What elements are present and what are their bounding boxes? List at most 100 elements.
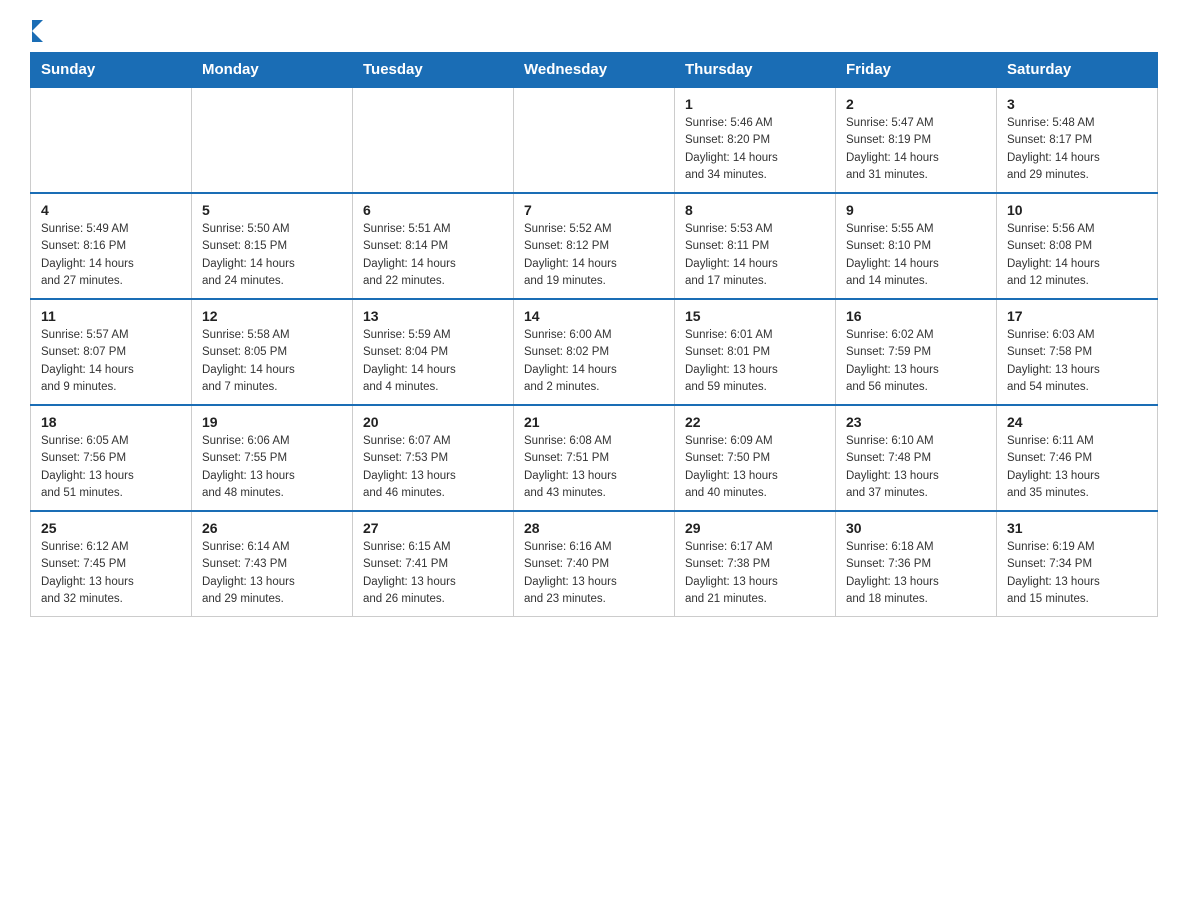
day-info: Sunrise: 6:00 AM Sunset: 8:02 PM Dayligh… [524,327,664,396]
day-info: Sunrise: 6:03 AM Sunset: 7:58 PM Dayligh… [1007,327,1147,396]
day-number: 22 [685,414,825,430]
calendar-week-row: 18 Sunrise: 6:05 AM Sunset: 7:56 PM Dayli… [31,405,1158,511]
day-info: Sunrise: 6:18 AM Sunset: 7:36 PM Dayligh… [846,539,986,608]
day-number: 6 [363,202,503,218]
day-of-week-header: Thursday [675,53,836,88]
day-info: Sunrise: 5:49 AM Sunset: 8:16 PM Dayligh… [41,221,181,290]
day-number: 12 [202,308,342,324]
calendar-table: SundayMondayTuesdayWednesdayThursdayFrid… [30,52,1158,617]
calendar-cell: 10 Sunrise: 5:56 AM Sunset: 8:08 PM Dayli… [997,193,1158,299]
day-info: Sunrise: 6:14 AM Sunset: 7:43 PM Dayligh… [202,539,342,608]
day-info: Sunrise: 6:05 AM Sunset: 7:56 PM Dayligh… [41,433,181,502]
calendar-cell: 8Sunrise: 5:53 AM Sunset: 8:11 PM Daylig… [675,193,836,299]
calendar-cell: 11 Sunrise: 5:57 AM Sunset: 8:07 PM Dayli… [31,299,192,405]
calendar-cell: 20 Sunrise: 6:07 AM Sunset: 7:53 PM Dayli… [353,405,514,511]
day-info: Sunrise: 6:11 AM Sunset: 7:46 PM Dayligh… [1007,433,1147,502]
day-of-week-header: Friday [836,53,997,88]
day-number: 14 [524,308,664,324]
day-number: 4 [41,202,181,218]
calendar-cell: 3 Sunrise: 5:48 AM Sunset: 8:17 PM Daylig… [997,87,1158,193]
calendar-cell [514,87,675,193]
day-number: 16 [846,308,986,324]
day-of-week-header: Tuesday [353,53,514,88]
calendar-cell: 17 Sunrise: 6:03 AM Sunset: 7:58 PM Dayli… [997,299,1158,405]
calendar-cell: 1 Sunrise: 5:46 AM Sunset: 8:20 PM Daylig… [675,87,836,193]
day-of-week-header: Saturday [997,53,1158,88]
day-number: 21 [524,414,664,430]
day-info: Sunrise: 5:46 AM Sunset: 8:20 PM Dayligh… [685,115,825,184]
day-number: 11 [41,308,181,324]
calendar-cell: 9 Sunrise: 5:55 AM Sunset: 8:10 PM Daylig… [836,193,997,299]
day-info: Sunrise: 6:10 AM Sunset: 7:48 PM Dayligh… [846,433,986,502]
day-number: 23 [846,414,986,430]
day-of-week-header: Sunday [31,53,192,88]
day-number: 7 [524,202,664,218]
day-info: Sunrise: 5:47 AM Sunset: 8:19 PM Dayligh… [846,115,986,184]
day-number: 17 [1007,308,1147,324]
calendar-week-row: 1 Sunrise: 5:46 AM Sunset: 8:20 PM Daylig… [31,87,1158,193]
day-info: Sunrise: 5:59 AM Sunset: 8:04 PM Dayligh… [363,327,503,396]
calendar-cell: 21 Sunrise: 6:08 AM Sunset: 7:51 PM Dayli… [514,405,675,511]
day-info: Sunrise: 6:08 AM Sunset: 7:51 PM Dayligh… [524,433,664,502]
calendar-cell: 31Sunrise: 6:19 AM Sunset: 7:34 PM Dayli… [997,511,1158,617]
day-info: Sunrise: 5:52 AM Sunset: 8:12 PM Dayligh… [524,221,664,290]
day-number: 25 [41,520,181,536]
day-info: Sunrise: 6:19 AM Sunset: 7:34 PM Dayligh… [1007,539,1147,608]
day-info: Sunrise: 5:56 AM Sunset: 8:08 PM Dayligh… [1007,221,1147,290]
calendar-cell: 24 Sunrise: 6:11 AM Sunset: 7:46 PM Dayli… [997,405,1158,511]
calendar-cell: 22Sunrise: 6:09 AM Sunset: 7:50 PM Dayli… [675,405,836,511]
day-number: 3 [1007,96,1147,112]
calendar-cell: 12 Sunrise: 5:58 AM Sunset: 8:05 PM Dayli… [192,299,353,405]
day-number: 1 [685,96,825,112]
day-info: Sunrise: 5:53 AM Sunset: 8:11 PM Dayligh… [685,221,825,290]
day-number: 18 [41,414,181,430]
calendar-cell: 14 Sunrise: 6:00 AM Sunset: 8:02 PM Dayli… [514,299,675,405]
day-info: Sunrise: 5:51 AM Sunset: 8:14 PM Dayligh… [363,221,503,290]
calendar-cell: 25 Sunrise: 6:12 AM Sunset: 7:45 PM Dayli… [31,511,192,617]
day-info: Sunrise: 6:12 AM Sunset: 7:45 PM Dayligh… [41,539,181,608]
day-info: Sunrise: 6:06 AM Sunset: 7:55 PM Dayligh… [202,433,342,502]
day-of-week-header: Wednesday [514,53,675,88]
calendar-cell: 16 Sunrise: 6:02 AM Sunset: 7:59 PM Dayli… [836,299,997,405]
day-info: Sunrise: 6:15 AM Sunset: 7:41 PM Dayligh… [363,539,503,608]
day-info: Sunrise: 6:01 AM Sunset: 8:01 PM Dayligh… [685,327,825,396]
day-info: Sunrise: 5:57 AM Sunset: 8:07 PM Dayligh… [41,327,181,396]
calendar-cell [31,87,192,193]
calendar-week-row: 4 Sunrise: 5:49 AM Sunset: 8:16 PM Daylig… [31,193,1158,299]
calendar-cell [192,87,353,193]
day-number: 30 [846,520,986,536]
day-number: 27 [363,520,503,536]
day-info: Sunrise: 6:02 AM Sunset: 7:59 PM Dayligh… [846,327,986,396]
calendar-cell: 18 Sunrise: 6:05 AM Sunset: 7:56 PM Dayli… [31,405,192,511]
day-of-week-header: Monday [192,53,353,88]
calendar-week-row: 11 Sunrise: 5:57 AM Sunset: 8:07 PM Dayli… [31,299,1158,405]
day-info: Sunrise: 5:48 AM Sunset: 8:17 PM Dayligh… [1007,115,1147,184]
day-number: 20 [363,414,503,430]
page-header [30,20,1158,42]
day-info: Sunrise: 5:58 AM Sunset: 8:05 PM Dayligh… [202,327,342,396]
calendar-cell: 6 Sunrise: 5:51 AM Sunset: 8:14 PM Daylig… [353,193,514,299]
day-number: 2 [846,96,986,112]
calendar-cell: 28Sunrise: 6:16 AM Sunset: 7:40 PM Dayli… [514,511,675,617]
calendar-cell: 13 Sunrise: 5:59 AM Sunset: 8:04 PM Dayli… [353,299,514,405]
logo [30,20,43,42]
day-number: 9 [846,202,986,218]
calendar-header-row: SundayMondayTuesdayWednesdayThursdayFrid… [31,53,1158,88]
day-number: 24 [1007,414,1147,430]
calendar-cell: 7 Sunrise: 5:52 AM Sunset: 8:12 PM Daylig… [514,193,675,299]
calendar-cell: 26 Sunrise: 6:14 AM Sunset: 7:43 PM Dayli… [192,511,353,617]
calendar-cell: 30 Sunrise: 6:18 AM Sunset: 7:36 PM Dayli… [836,511,997,617]
day-info: Sunrise: 6:17 AM Sunset: 7:38 PM Dayligh… [685,539,825,608]
day-number: 13 [363,308,503,324]
day-number: 19 [202,414,342,430]
day-number: 10 [1007,202,1147,218]
calendar-cell [353,87,514,193]
day-number: 15 [685,308,825,324]
day-number: 26 [202,520,342,536]
calendar-cell: 27 Sunrise: 6:15 AM Sunset: 7:41 PM Dayli… [353,511,514,617]
day-info: Sunrise: 5:55 AM Sunset: 8:10 PM Dayligh… [846,221,986,290]
day-info: Sunrise: 6:07 AM Sunset: 7:53 PM Dayligh… [363,433,503,502]
calendar-cell: 23 Sunrise: 6:10 AM Sunset: 7:48 PM Dayli… [836,405,997,511]
calendar-cell: 5Sunrise: 5:50 AM Sunset: 8:15 PM Daylig… [192,193,353,299]
day-info: Sunrise: 6:16 AM Sunset: 7:40 PM Dayligh… [524,539,664,608]
